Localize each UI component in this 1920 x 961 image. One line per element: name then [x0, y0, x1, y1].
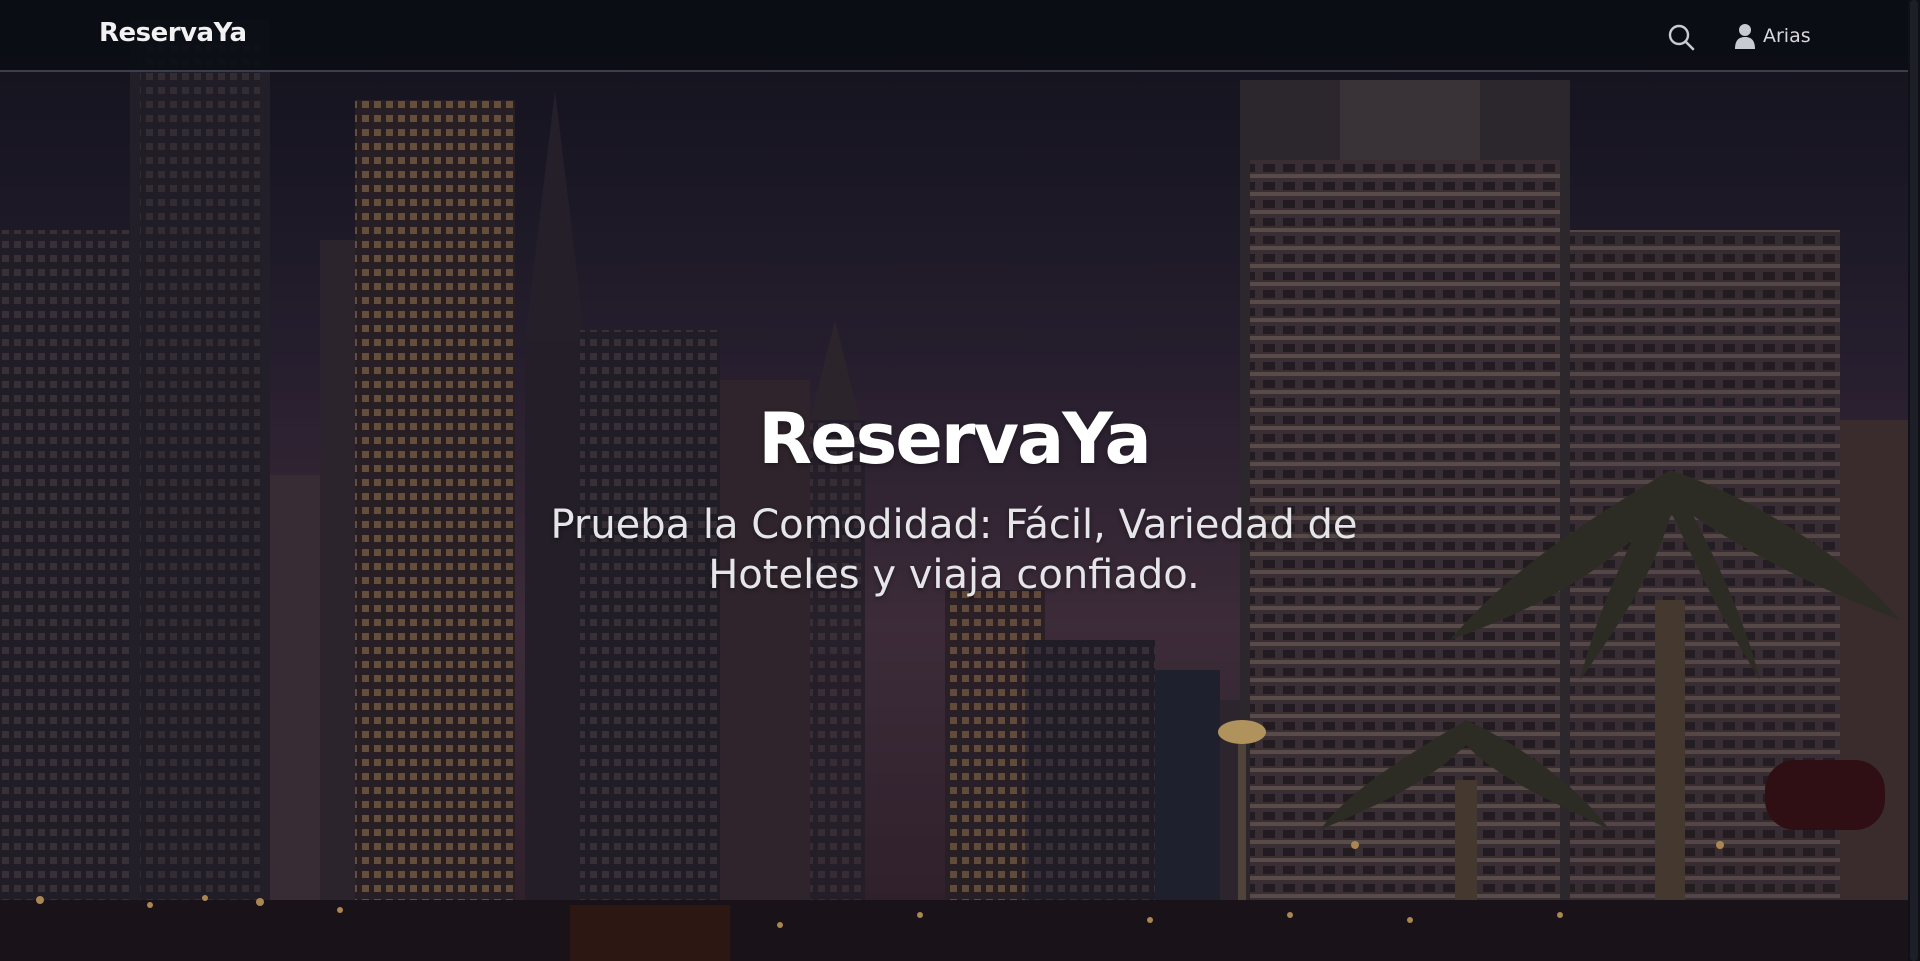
hero-title: ReservaYa	[758, 398, 1151, 480]
hero-dark-overlay	[0, 0, 1908, 961]
user-name: Arias	[1763, 25, 1811, 47]
navbar: ReservaYa Arias	[0, 0, 1908, 72]
brand-logo-link[interactable]: ReservaYa	[99, 18, 247, 48]
scrollbar-thumb[interactable]	[1910, 0, 1918, 961]
user-menu-button[interactable]: Arias	[1735, 20, 1811, 52]
user-icon	[1735, 24, 1755, 49]
search-button[interactable]	[1666, 22, 1696, 52]
page-scrollbar[interactable]	[1908, 0, 1920, 961]
search-icon	[1668, 24, 1695, 51]
hero-section: ReservaYa Prueba la Comodidad: Fácil, Va…	[0, 0, 1908, 961]
hero-subtitle: Prueba la Comodidad: Fácil, Variedad de …	[550, 502, 1358, 598]
